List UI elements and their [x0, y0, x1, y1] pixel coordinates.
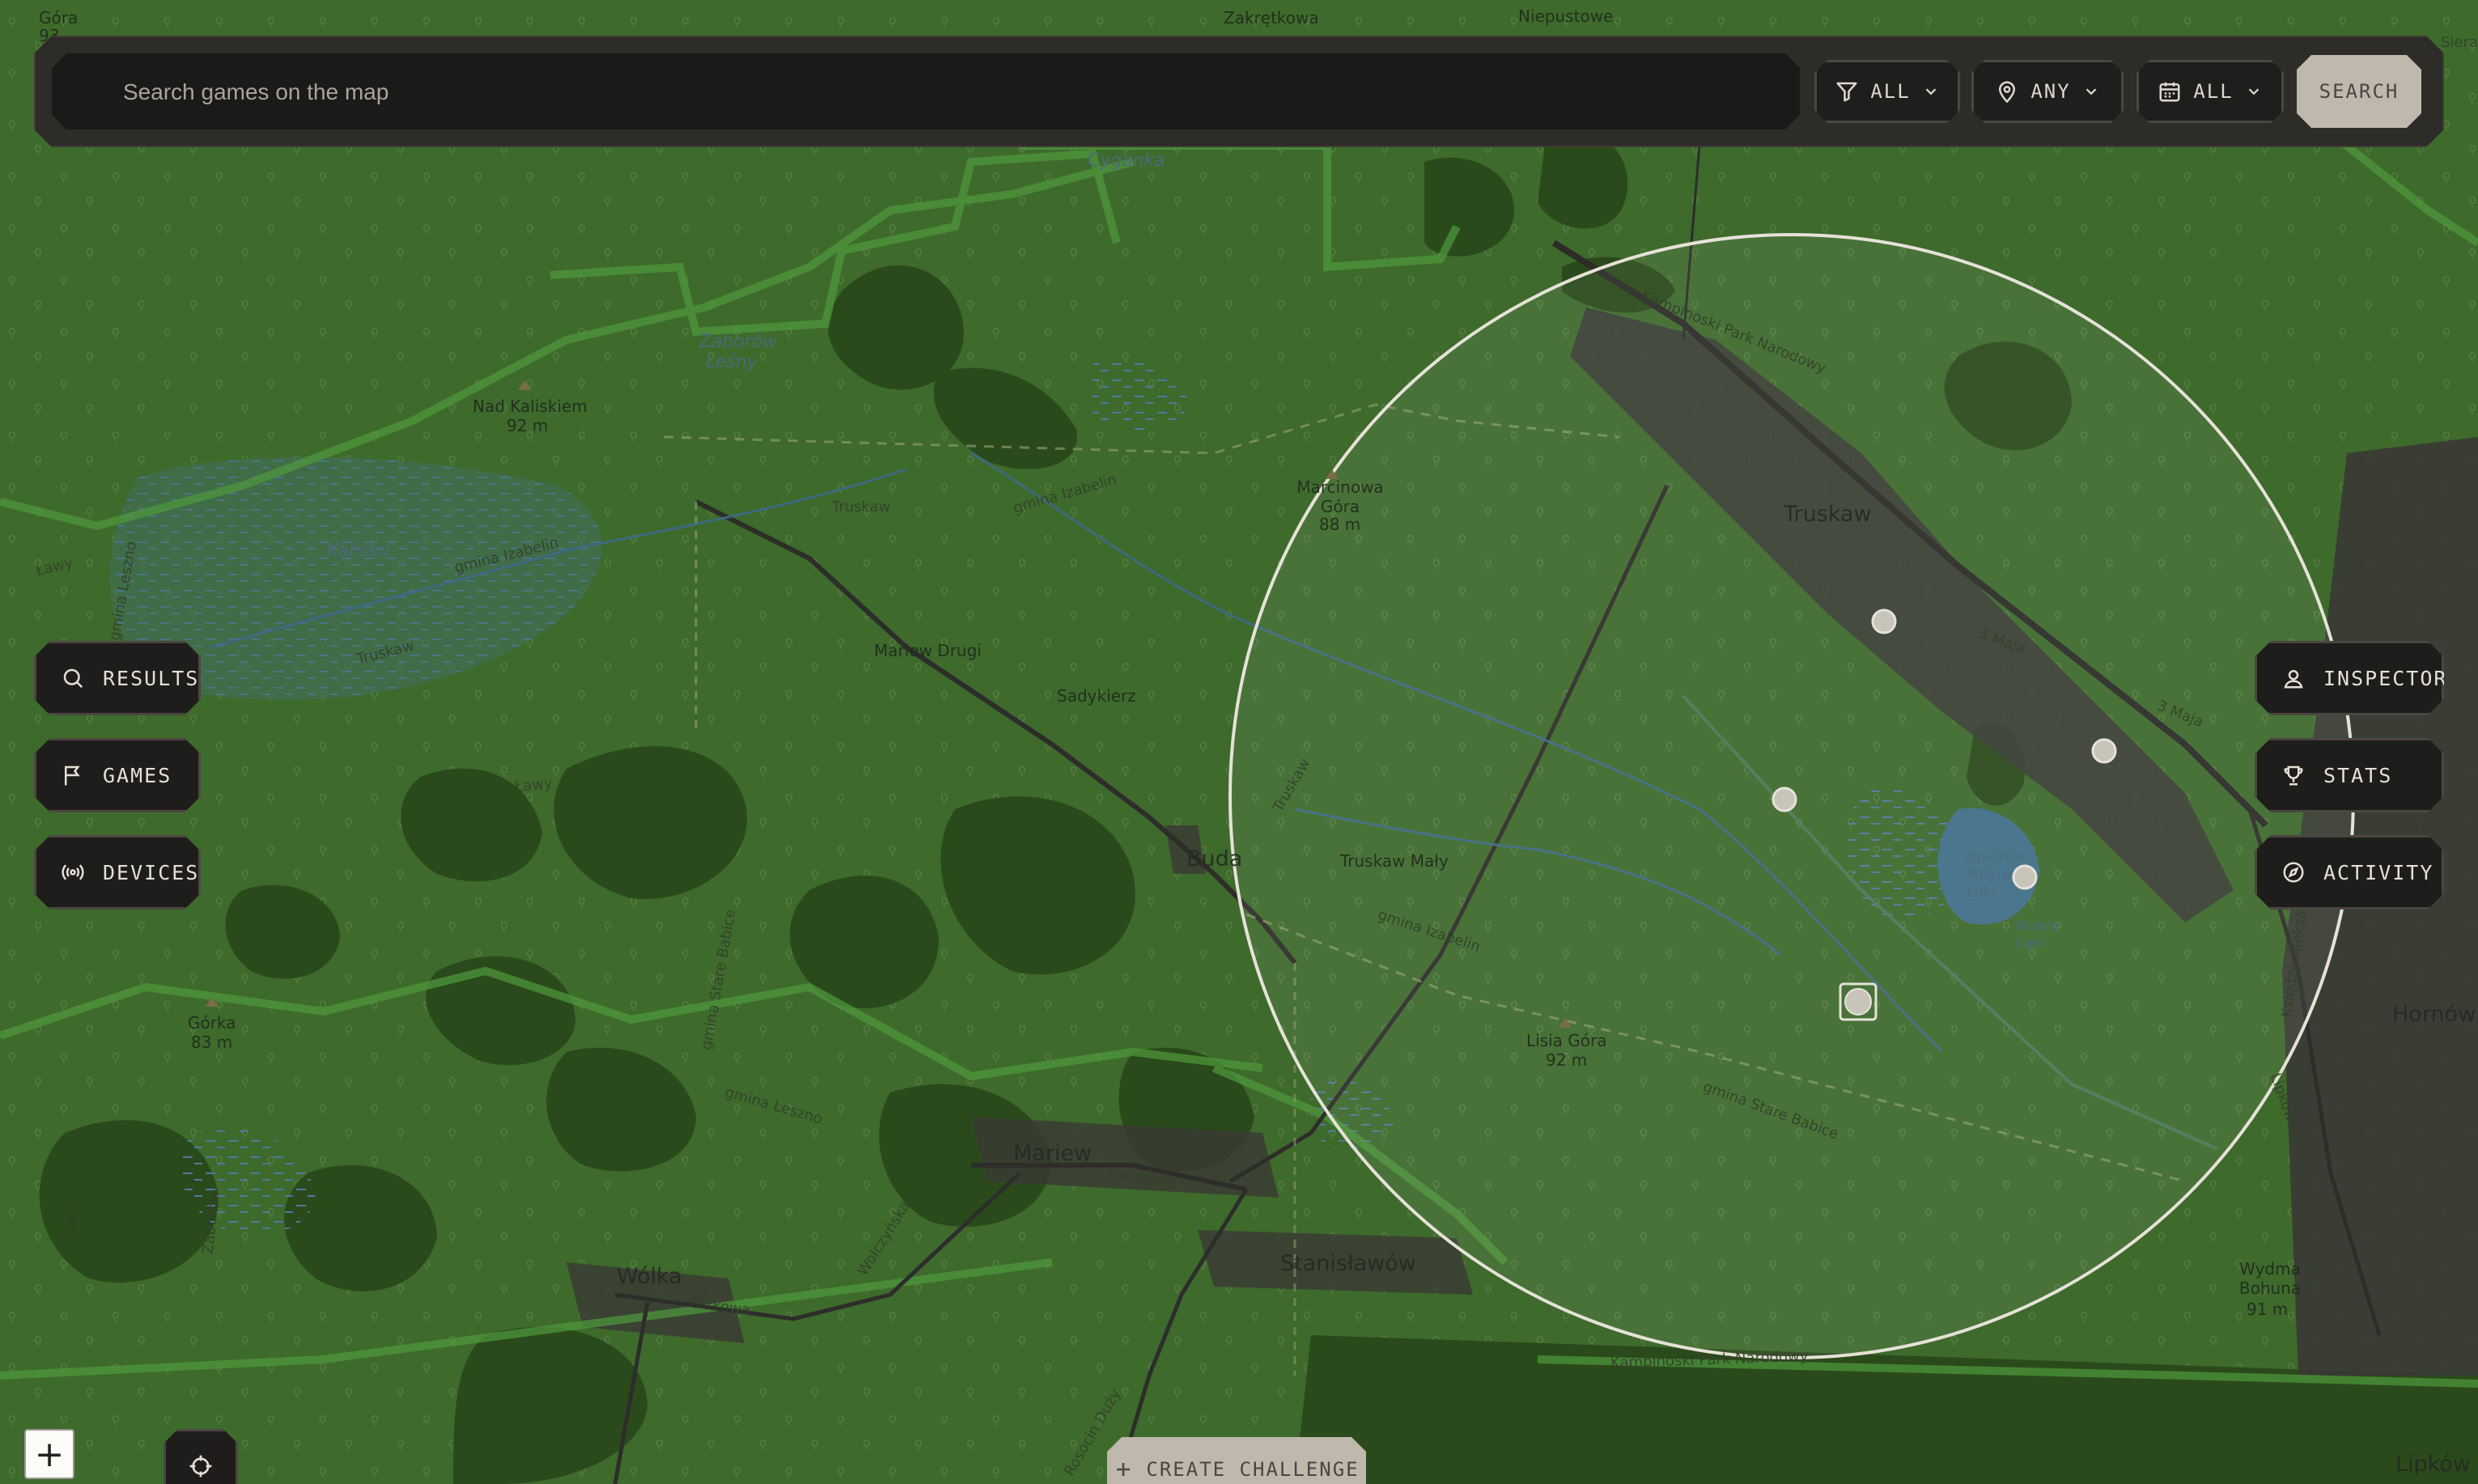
- app-root: ǫ ǫ: [0, 0, 2478, 1484]
- map-label: Kalisko: [327, 541, 390, 561]
- map-label: Nad Kaliskiem: [473, 396, 588, 416]
- create-challenge-label: CREATE CHALLENGE: [1146, 1458, 1360, 1481]
- create-challenge-button[interactable]: CREATE CHALLENGE: [1107, 1437, 1366, 1484]
- map-label: 91 m: [2247, 1300, 2289, 1319]
- map-label: Górka: [188, 1013, 236, 1032]
- trophy-icon: [2281, 763, 2306, 787]
- stats-button[interactable]: STATS: [2255, 738, 2444, 812]
- compass-icon: [2281, 860, 2306, 884]
- type-filter-value: ALL: [1870, 80, 1911, 103]
- calendar-icon: [2158, 79, 2182, 104]
- stats-label: STATS: [2323, 763, 2393, 787]
- activity-button[interactable]: ACTIVITY: [2255, 835, 2444, 909]
- map-label: 92 m: [1546, 1050, 1588, 1070]
- map-label: Zbiornik Mokre Łoki: [1967, 850, 2027, 901]
- map-label: Buda: [1186, 846, 1243, 871]
- game-marker[interactable]: [1871, 608, 1897, 634]
- broadcast-icon: [61, 860, 85, 884]
- map-label: 92 m: [507, 416, 549, 435]
- plus-icon: [1114, 1460, 1133, 1479]
- chevron-down-icon: [1922, 83, 1940, 100]
- location-filter-value: ANY: [2030, 80, 2071, 103]
- results-button[interactable]: RESULTS: [34, 641, 201, 715]
- zoom-in-button[interactable]: +: [24, 1429, 74, 1479]
- map-label: Zakrętkowa: [1224, 8, 1319, 28]
- activity-label: ACTIVITY: [2323, 860, 2434, 884]
- map-label: Mariew: [1013, 1141, 1093, 1166]
- map-pin-icon: [1995, 79, 2019, 104]
- map-label: Niepustowe: [1518, 6, 1614, 26]
- map-label: Góra: [39, 8, 78, 28]
- chevron-down-icon: [2245, 83, 2263, 100]
- results-label: RESULTS: [103, 666, 200, 690]
- games-label: GAMES: [103, 763, 172, 787]
- game-marker-selected[interactable]: [1844, 988, 1872, 1015]
- search-button[interactable]: SEARCH: [2297, 55, 2421, 128]
- search-icon: [61, 666, 85, 690]
- game-marker[interactable]: [2091, 738, 2117, 764]
- devices-button[interactable]: DEVICES: [34, 835, 201, 909]
- devices-label: DEVICES: [103, 860, 200, 884]
- map-label: Truskaw Mały: [1340, 851, 1449, 871]
- type-filter-dropdown[interactable]: ALL: [1814, 60, 1960, 123]
- map-label: 88 m: [1319, 515, 1361, 534]
- inspector-label: INSPECTOR: [2323, 666, 2448, 690]
- map-label: Marcinowa Góra: [1296, 477, 1384, 516]
- user-pin-icon: [2281, 666, 2306, 690]
- map-label: Mokre Łąki: [2015, 918, 2060, 952]
- map-label: Mariew Drugi: [874, 641, 982, 660]
- crosshair-icon: [188, 1453, 214, 1479]
- map-label: Cyganka: [1088, 151, 1165, 171]
- search-input[interactable]: [121, 53, 1792, 131]
- locate-me-button[interactable]: [163, 1429, 238, 1484]
- map-label: Zaborów Leśny: [699, 332, 778, 372]
- map-label: Lipków: [2395, 1452, 2471, 1477]
- chevron-down-icon: [2082, 83, 2100, 100]
- map-canvas[interactable]: ǫ ǫ: [0, 0, 2478, 1484]
- date-filter-dropdown[interactable]: ALL: [2136, 60, 2284, 123]
- map-label: 83 m: [191, 1032, 233, 1052]
- map-label: Truskaw: [832, 498, 891, 515]
- map-label: Siera: [2441, 34, 2478, 51]
- map-label: Hornów: [2392, 1002, 2476, 1027]
- game-marker[interactable]: [1772, 787, 1797, 812]
- map-label: Wólka: [617, 1264, 682, 1289]
- inspector-button[interactable]: INSPECTOR: [2255, 641, 2444, 715]
- map-label: Truskaw: [1784, 502, 1872, 527]
- map-label: Stanisławów: [1280, 1251, 1416, 1276]
- date-filter-value: ALL: [2193, 80, 2234, 103]
- flag-icon: [61, 763, 85, 787]
- games-button[interactable]: GAMES: [34, 738, 201, 812]
- map-label: Sadykierz: [1057, 686, 1136, 706]
- map-label: Lisia Góra: [1526, 1031, 1607, 1050]
- map-label: Wydma Bohuna: [2238, 1259, 2302, 1298]
- filter-icon: [1835, 79, 1859, 104]
- location-filter-dropdown[interactable]: ANY: [1971, 60, 2124, 123]
